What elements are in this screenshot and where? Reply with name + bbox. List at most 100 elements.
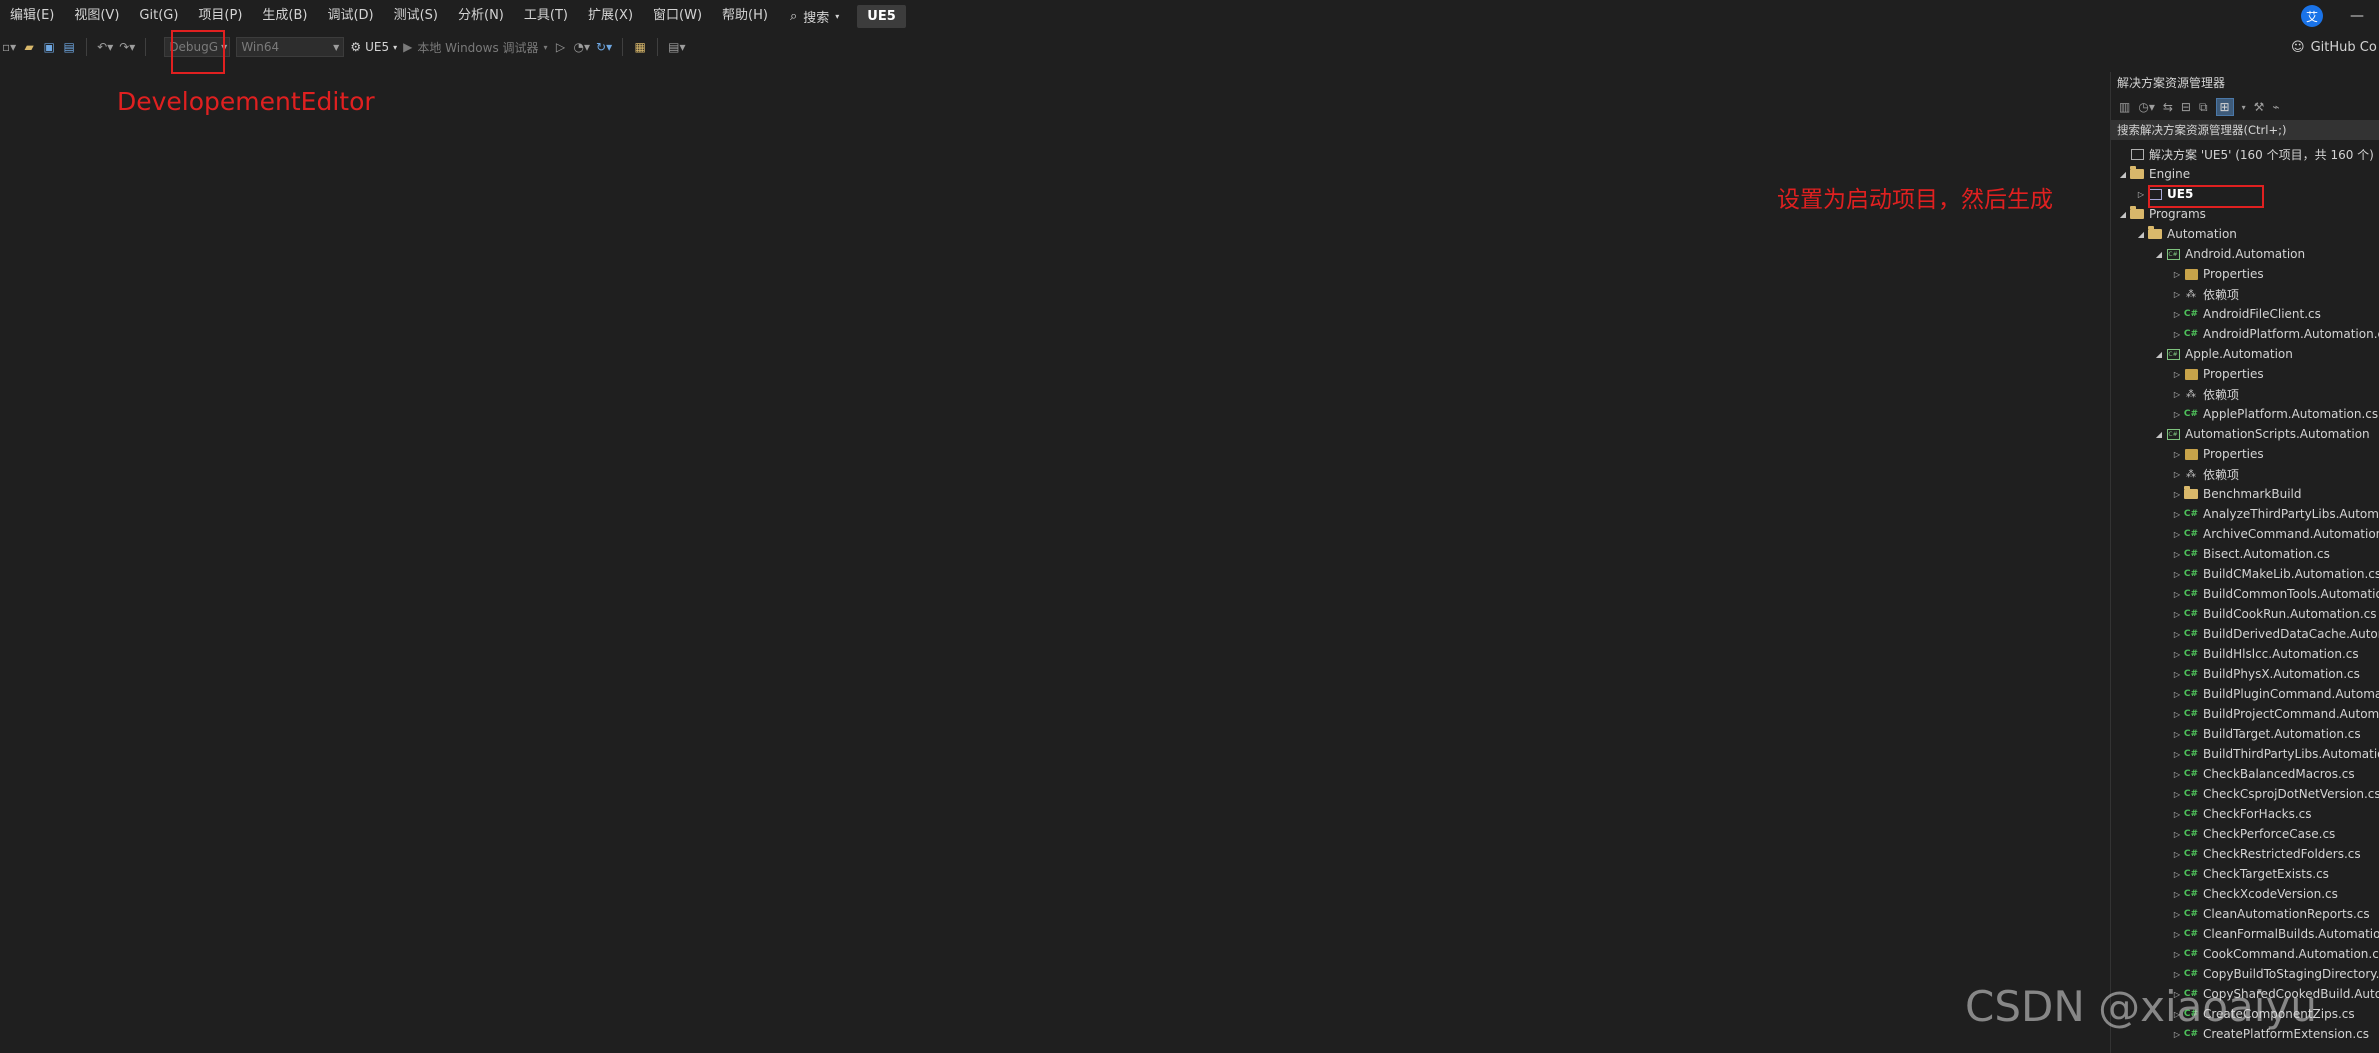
expanded-arrow-icon[interactable]: ◢ bbox=[2117, 210, 2129, 219]
undo-icon[interactable]: ↶▾ bbox=[97, 36, 113, 58]
tree-item[interactable]: ▷ C# AndroidFileClient.cs bbox=[2111, 304, 2379, 324]
refresh-icon[interactable]: ↻▾ bbox=[596, 36, 612, 58]
tree-item[interactable]: ▷C# AnalyzeThirdPartyLibs.Automation.cs bbox=[2111, 504, 2379, 524]
sync-icon[interactable]: ⇆ bbox=[2163, 100, 2173, 114]
collapsed-arrow-icon[interactable]: ▷ bbox=[2171, 730, 2183, 739]
collapsed-arrow-icon[interactable]: ▷ bbox=[2171, 930, 2183, 939]
tree-item[interactable]: 解决方案 'UE5' (160 个项目，共 160 个) bbox=[2111, 144, 2379, 164]
menu-item[interactable]: 调试(D) bbox=[317, 0, 383, 32]
collapsed-arrow-icon[interactable]: ▷ bbox=[2171, 270, 2183, 279]
tree-item[interactable]: ▷ BenchmarkBuild bbox=[2111, 484, 2379, 504]
collapsed-arrow-icon[interactable]: ▷ bbox=[2171, 310, 2183, 319]
solution-explorer-search-input[interactable]: 搜索解决方案资源管理器(Ctrl+;) bbox=[2111, 120, 2379, 140]
tree-item[interactable]: ▷ C# BuildCMakeLib.Automation.cs bbox=[2111, 564, 2379, 584]
collapsed-arrow-icon[interactable]: ▷ bbox=[2171, 410, 2183, 419]
avatar[interactable]: 艾 bbox=[2301, 5, 2323, 27]
expanded-arrow-icon[interactable]: ◢ bbox=[2153, 350, 2165, 359]
tree-item[interactable]: ▷ C# CookCommand.Automation.cs bbox=[2111, 944, 2379, 964]
tree-item[interactable]: ▷ C# CheckRestrictedFolders.cs bbox=[2111, 844, 2379, 864]
tree-item[interactable]: ▷ C# CopyBuildToStagingDirectory.cs bbox=[2111, 964, 2379, 984]
tree-item[interactable]: ▷ C# CleanAutomationReports.cs bbox=[2111, 904, 2379, 924]
tree-item[interactable]: ▷ C# ApplePlatform.Automation.cs bbox=[2111, 404, 2379, 424]
search-button[interactable]: ⌕ 搜索 ▾ bbox=[778, 0, 851, 32]
tree-item[interactable]: ▷ C# CheckTargetExists.cs bbox=[2111, 864, 2379, 884]
start-without-debugging-icon[interactable]: ▷ bbox=[554, 36, 568, 58]
collapsed-arrow-icon[interactable]: ▷ bbox=[2171, 690, 2183, 699]
collapsed-arrow-icon[interactable]: ▷ bbox=[2171, 610, 2183, 619]
menu-item[interactable]: 视图(V) bbox=[64, 0, 129, 32]
menu-item[interactable]: 生成(B) bbox=[252, 0, 317, 32]
collapsed-arrow-icon[interactable]: ▷ bbox=[2171, 750, 2183, 759]
new-project-icon[interactable]: ▫▾ bbox=[2, 36, 16, 58]
copy-icon[interactable]: ⧉ bbox=[2199, 100, 2208, 115]
tree-item[interactable]: ◢ C# Android.Automation bbox=[2111, 244, 2379, 264]
tree-item[interactable]: ▷ C# BuildPhysX.Automation.cs bbox=[2111, 664, 2379, 684]
solution-explorer-icon[interactable]: ▦ bbox=[633, 36, 647, 58]
tree-item[interactable]: ▷ C# BuildCookRun.Automation.cs bbox=[2111, 604, 2379, 624]
tree-item[interactable]: ▷C# CleanFormalBuilds.Automation.cs bbox=[2111, 924, 2379, 944]
chevron-down-icon[interactable]: ▾ bbox=[2242, 103, 2246, 112]
collapse-all-icon[interactable]: ⊟ bbox=[2181, 100, 2191, 114]
collapsed-arrow-icon[interactable]: ▷ bbox=[2171, 630, 2183, 639]
menu-item[interactable]: 编辑(E) bbox=[0, 0, 64, 32]
collapsed-arrow-icon[interactable]: ▷ bbox=[2171, 530, 2183, 539]
tree-item[interactable]: ▷ C# CheckBalancedMacros.cs bbox=[2111, 764, 2379, 784]
collapsed-arrow-icon[interactable]: ▷ bbox=[2171, 370, 2183, 379]
tree-item[interactable]: ▷ C# BuildHlslcc.Automation.cs bbox=[2111, 644, 2379, 664]
history-icon[interactable]: ◷▾ bbox=[2138, 100, 2155, 114]
tree-item[interactable]: ◢ C# AutomationScripts.Automation bbox=[2111, 424, 2379, 444]
minimize-button[interactable]: — bbox=[2345, 8, 2369, 24]
collapsed-arrow-icon[interactable]: ▷ bbox=[2171, 510, 2183, 519]
expanded-arrow-icon[interactable]: ◢ bbox=[2117, 170, 2129, 179]
tree-item[interactable]: ▷ C# CheckPerforceCase.cs bbox=[2111, 824, 2379, 844]
collapsed-arrow-icon[interactable]: ▷ bbox=[2171, 850, 2183, 859]
collapsed-arrow-icon[interactable]: ▷ bbox=[2171, 810, 2183, 819]
layout-icon[interactable]: ▤▾ bbox=[668, 36, 685, 58]
start-debugging-button[interactable]: ▶ 本地 Windows 调试器 ▾ bbox=[403, 39, 547, 56]
collapsed-arrow-icon[interactable]: ▷ bbox=[2171, 890, 2183, 899]
collapsed-arrow-icon[interactable]: ▷ bbox=[2171, 570, 2183, 579]
menu-item[interactable]: Git(G) bbox=[129, 0, 188, 32]
menu-item[interactable]: 项目(P) bbox=[188, 0, 252, 32]
tree-item[interactable]: ◢ Automation bbox=[2111, 224, 2379, 244]
tree-item[interactable]: ▷C# BuildPluginCommand.Automation.cs bbox=[2111, 684, 2379, 704]
collapsed-arrow-icon[interactable]: ▷ bbox=[2171, 770, 2183, 779]
collapsed-arrow-icon[interactable]: ▷ bbox=[2171, 390, 2183, 399]
collapsed-arrow-icon[interactable]: ▷ bbox=[2171, 550, 2183, 559]
tree-item[interactable]: ▷C# BuildCommonTools.Automation.cs bbox=[2111, 584, 2379, 604]
show-all-files-icon[interactable]: ⊞ bbox=[2215, 98, 2234, 116]
tree-item[interactable]: ▷ ⁂ 依赖项 bbox=[2111, 284, 2379, 304]
tree-item[interactable]: ▷C# BuildProjectCommand.Automation.cs bbox=[2111, 704, 2379, 724]
collapsed-arrow-icon[interactable]: ▷ bbox=[2171, 650, 2183, 659]
collapsed-arrow-icon[interactable]: ▷ bbox=[2171, 290, 2183, 299]
menu-item[interactable]: 窗口(W) bbox=[643, 0, 712, 32]
collapsed-arrow-icon[interactable]: ▷ bbox=[2171, 830, 2183, 839]
tree-item[interactable]: ◢ Engine bbox=[2111, 164, 2379, 184]
collapsed-arrow-icon[interactable]: ▷ bbox=[2171, 450, 2183, 459]
tree-item[interactable]: ◢ C# Apple.Automation bbox=[2111, 344, 2379, 364]
collapsed-arrow-icon[interactable]: ▷ bbox=[2171, 790, 2183, 799]
tree-item[interactable]: ▷C# ArchiveCommand.Automation.cs bbox=[2111, 524, 2379, 544]
collapsed-arrow-icon[interactable]: ▷ bbox=[2171, 970, 2183, 979]
collapsed-arrow-icon[interactable]: ▷ bbox=[2171, 470, 2183, 479]
startup-project-select[interactable]: ⚙ UE5 ▾ bbox=[350, 40, 397, 54]
tree-item[interactable]: ▷ ⁂ 依赖项 bbox=[2111, 384, 2379, 404]
menu-item[interactable]: 帮助(H) bbox=[712, 0, 778, 32]
menu-item[interactable]: 扩展(X) bbox=[578, 0, 643, 32]
collapsed-arrow-icon[interactable]: ▷ bbox=[2171, 710, 2183, 719]
properties-wrench-icon[interactable]: ⚒ bbox=[2254, 100, 2265, 114]
menu-item[interactable]: 测试(S) bbox=[384, 0, 448, 32]
tree-item[interactable]: ▷ C# BuildTarget.Automation.cs bbox=[2111, 724, 2379, 744]
open-folder-icon[interactable]: ▰ bbox=[22, 36, 36, 58]
expanded-arrow-icon[interactable]: ◢ bbox=[2153, 430, 2165, 439]
collapsed-arrow-icon[interactable]: ▷ bbox=[2171, 670, 2183, 679]
solution-platform-select[interactable]: Win64 ▼ bbox=[236, 37, 345, 57]
tree-item[interactable]: ▷C# BuildThirdPartyLibs.Automation.cs bbox=[2111, 744, 2379, 764]
tree-item[interactable]: ▷ Properties bbox=[2111, 364, 2379, 384]
collapsed-arrow-icon[interactable]: ▷ bbox=[2171, 910, 2183, 919]
menu-item[interactable]: 分析(N) bbox=[448, 0, 514, 32]
tree-item[interactable]: ▷C# BuildDerivedDataCache.Automation.cs bbox=[2111, 624, 2379, 644]
collapsed-arrow-icon[interactable]: ▷ bbox=[2171, 330, 2183, 339]
redo-icon[interactable]: ↷▾ bbox=[119, 36, 135, 58]
tree-item[interactable]: ▷ C# Bisect.Automation.cs bbox=[2111, 544, 2379, 564]
